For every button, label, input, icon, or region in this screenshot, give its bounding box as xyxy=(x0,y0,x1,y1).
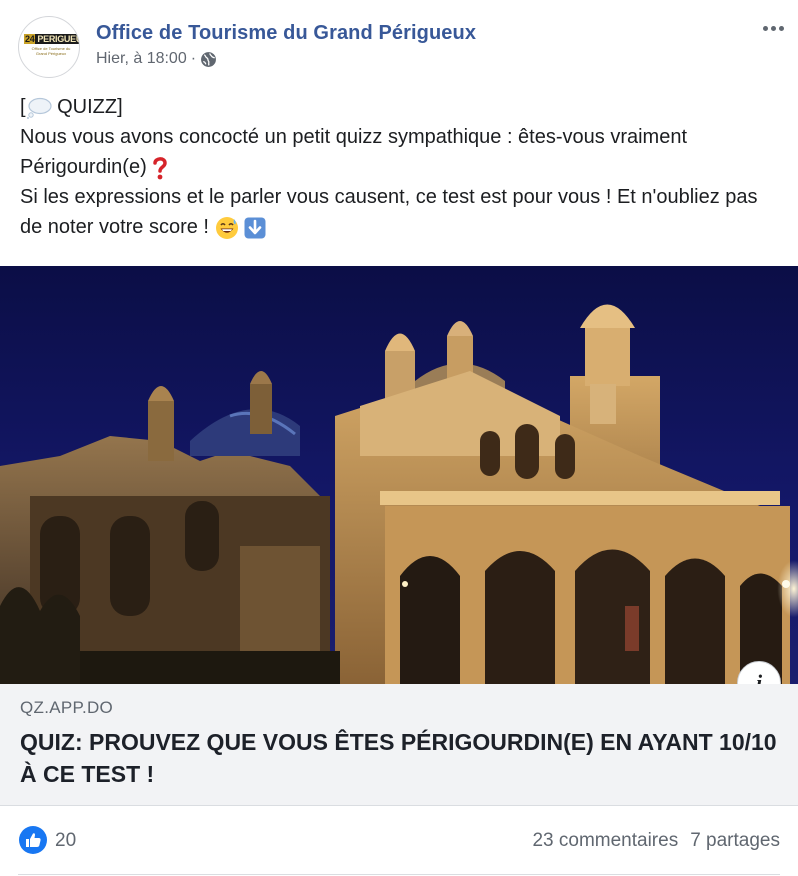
link-caption[interactable]: QZ.APP.DO QUIZ: PROUVEZ QUE VOUS ÊTES PÉ… xyxy=(0,684,798,806)
like-reaction-icon[interactable] xyxy=(18,825,48,855)
grinning-sweat-face-icon xyxy=(215,216,238,239)
like-count[interactable]: 20 xyxy=(55,830,76,852)
reactions-bar: 20 23 commentaires 7 partages xyxy=(0,806,798,876)
shares-count-link[interactable]: 7 partages xyxy=(690,830,780,852)
page-logo: 24PERIGUEUX Office de Tourisme du Grand … xyxy=(24,33,79,63)
post-header: 24PERIGUEUX Office de Tourisme du Grand … xyxy=(0,0,798,86)
link-preview-card[interactable]: i QZ.APP.DO QUIZ: PROUVEZ QUE VOUS ÊTES … xyxy=(0,266,798,806)
red-question-mark-icon xyxy=(153,156,168,180)
post-text-paragraph-2: Si les expressions et le parler vous cau… xyxy=(20,186,758,239)
link-domain: QZ.APP.DO xyxy=(20,698,114,717)
post-meta: Hier, à 18:00 · xyxy=(96,50,217,68)
link-headline[interactable]: QUIZ: PROUVEZ QUE VOUS ÊTES PÉRIGOURDIN(… xyxy=(20,726,780,790)
globe-icon[interactable] xyxy=(200,51,217,68)
comments-count-link[interactable]: 23 commentaires xyxy=(532,830,678,852)
timestamp-link[interactable]: Hier, à 18:00 xyxy=(96,50,187,68)
avatar[interactable]: 24PERIGUEUX Office de Tourisme du Grand … xyxy=(18,16,80,78)
post-message: [ QUIZZ] Nous vous avons concocté un pet… xyxy=(20,92,780,242)
page-name-link[interactable]: Office de Tourisme du Grand Périgueux xyxy=(96,22,476,45)
engagement-stats: 23 commentaires 7 partages xyxy=(520,830,780,852)
more-options-icon[interactable] xyxy=(758,14,788,42)
cathedral-photo[interactable] xyxy=(0,266,798,684)
separator-dot: · xyxy=(190,50,197,67)
divider xyxy=(18,874,780,875)
post-text-line1: [ QUIZZ] xyxy=(20,96,123,119)
down-arrow-icon xyxy=(244,217,266,239)
thought-balloon-icon xyxy=(26,97,52,119)
post-text-paragraph: Nous vous avons concocté un petit quizz … xyxy=(20,126,688,180)
